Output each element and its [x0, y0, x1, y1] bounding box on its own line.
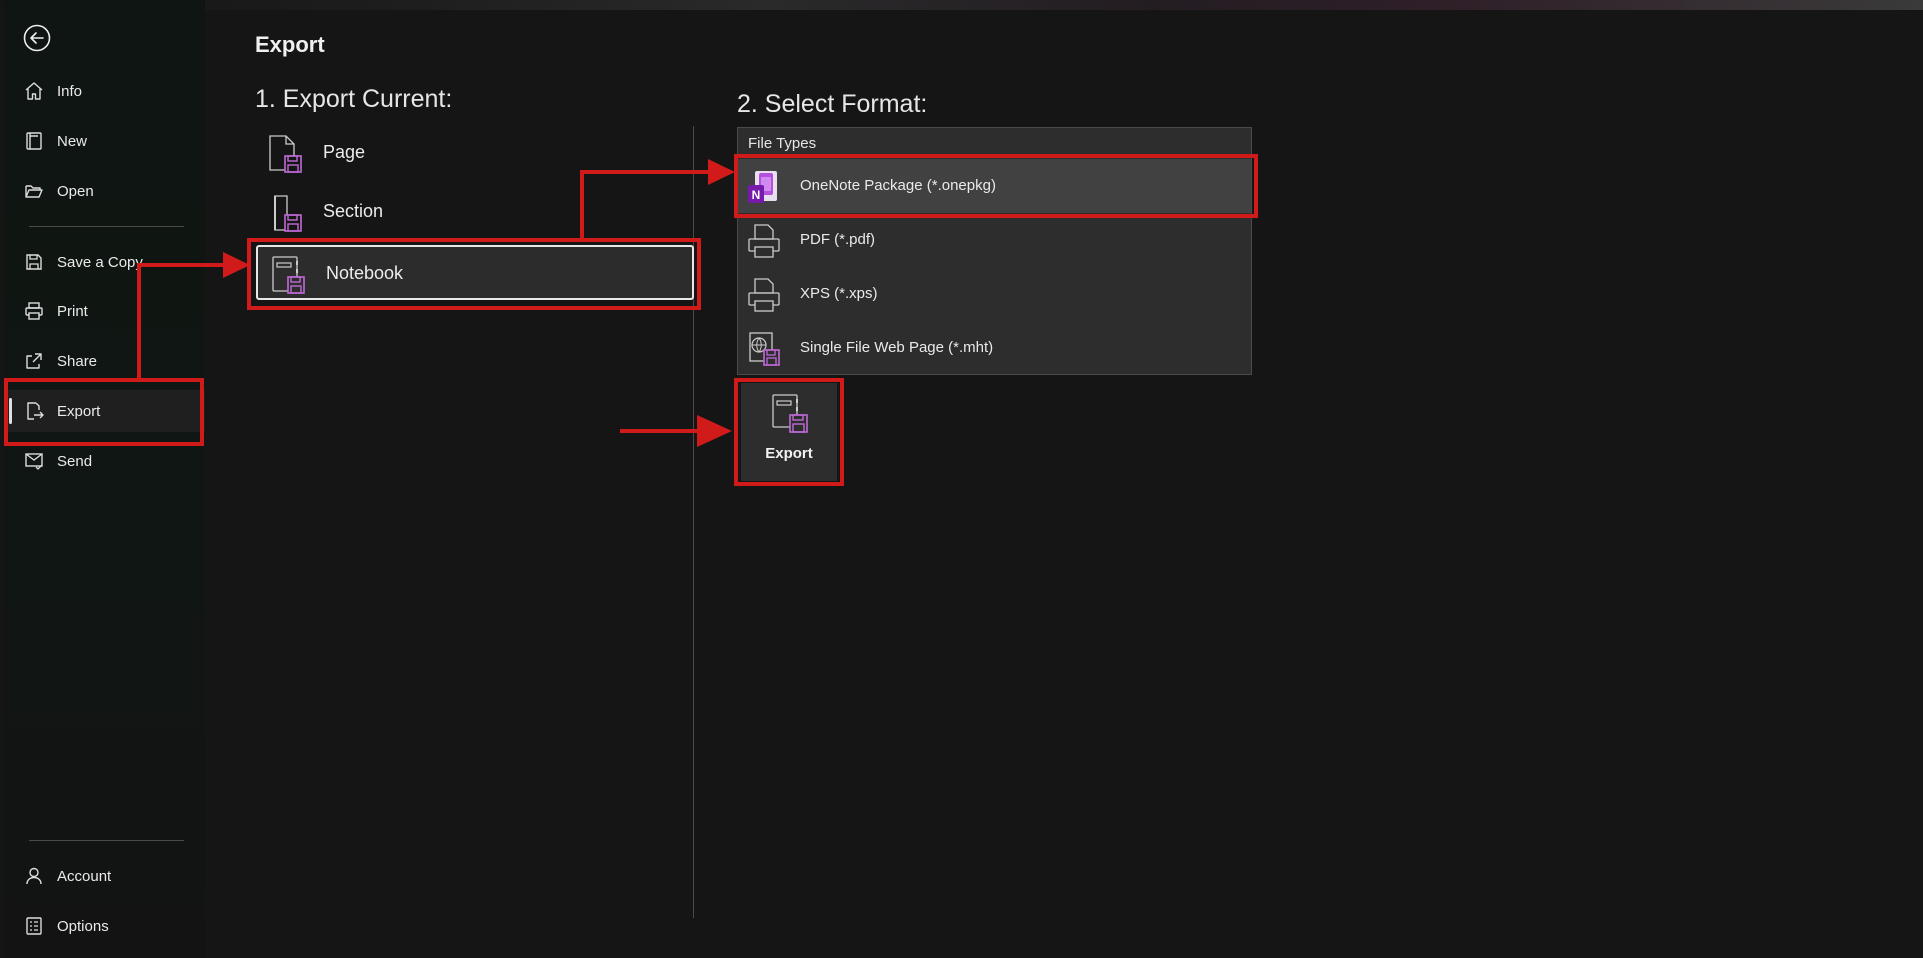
sidebar-item-account[interactable]: Account [4, 855, 205, 897]
printer-icon [747, 223, 781, 259]
backstage-sidebar: Info New Open Save a Copy Print Share Ex… [4, 0, 205, 958]
printer-icon [747, 277, 781, 313]
arrowhead [223, 252, 250, 278]
sidebar-item-label: Save a Copy [57, 254, 143, 271]
sidebar-item-options[interactable]: Options [4, 905, 205, 947]
file-type-pdf[interactable]: PDF (*.pdf) [738, 213, 1251, 267]
sidebar-item-share[interactable]: Share [4, 340, 205, 382]
arrowhead [697, 415, 732, 447]
share-icon [24, 351, 44, 371]
options-icon [24, 916, 44, 936]
select-format-heading: 2. Select Format: [737, 90, 928, 118]
sidebar-item-print[interactable]: Print [4, 290, 205, 332]
sidebar-item-label: Info [57, 83, 83, 100]
sidebar-divider [29, 840, 184, 841]
person-icon [24, 866, 44, 886]
sidebar-item-send[interactable]: Send [4, 440, 205, 482]
export-option-label: Page [323, 142, 366, 162]
file-type-label: XPS (*.xps) [800, 285, 878, 302]
sidebar-item-label: Account [57, 868, 112, 885]
arrowhead [708, 159, 735, 185]
sidebar-item-save-a-copy[interactable]: Save a Copy [4, 241, 205, 283]
save-copy-icon [24, 252, 44, 272]
page-title: Export [255, 32, 325, 57]
send-icon [24, 451, 44, 471]
page-export-icon [267, 134, 305, 174]
printer-icon [24, 301, 44, 321]
folder-open-icon [24, 181, 44, 201]
sidebar-item-label: Print [57, 303, 88, 320]
export-current-heading: 1. Export Current: [255, 85, 453, 113]
sidebar-item-label: New [57, 133, 88, 150]
highlight-box-onepkg [734, 154, 1258, 218]
home-icon [24, 81, 44, 101]
new-notebook-icon [24, 131, 44, 151]
sidebar-item-label: Share [57, 353, 98, 370]
file-type-label: Single File Web Page (*.mht) [800, 339, 994, 356]
highlight-box-notebook [247, 238, 701, 310]
export-option-section[interactable]: Section [255, 185, 691, 239]
sidebar-item-label: Open [57, 183, 94, 200]
file-types-label: File Types [748, 135, 817, 152]
highlight-box-export-nav [4, 378, 204, 446]
web-page-icon [747, 331, 781, 367]
file-type-xps[interactable]: XPS (*.xps) [738, 267, 1251, 321]
sidebar-item-info[interactable]: Info [4, 70, 205, 112]
title-bar-strip [0, 0, 1923, 10]
file-type-label: PDF (*.pdf) [800, 231, 876, 248]
section-export-icon [267, 193, 305, 233]
file-type-mht[interactable]: Single File Web Page (*.mht) [738, 321, 1251, 375]
sidebar-item-new[interactable]: New [4, 120, 205, 162]
back-arrow-icon[interactable] [22, 23, 52, 53]
export-option-label: Section [323, 201, 384, 221]
sidebar-item-label: Send [57, 453, 93, 470]
highlight-box-export-button [734, 378, 844, 486]
sidebar-item-open[interactable]: Open [4, 170, 205, 212]
sidebar-divider [29, 226, 184, 227]
export-option-page[interactable]: Page [255, 126, 691, 180]
sidebar-item-label: Options [57, 918, 109, 935]
